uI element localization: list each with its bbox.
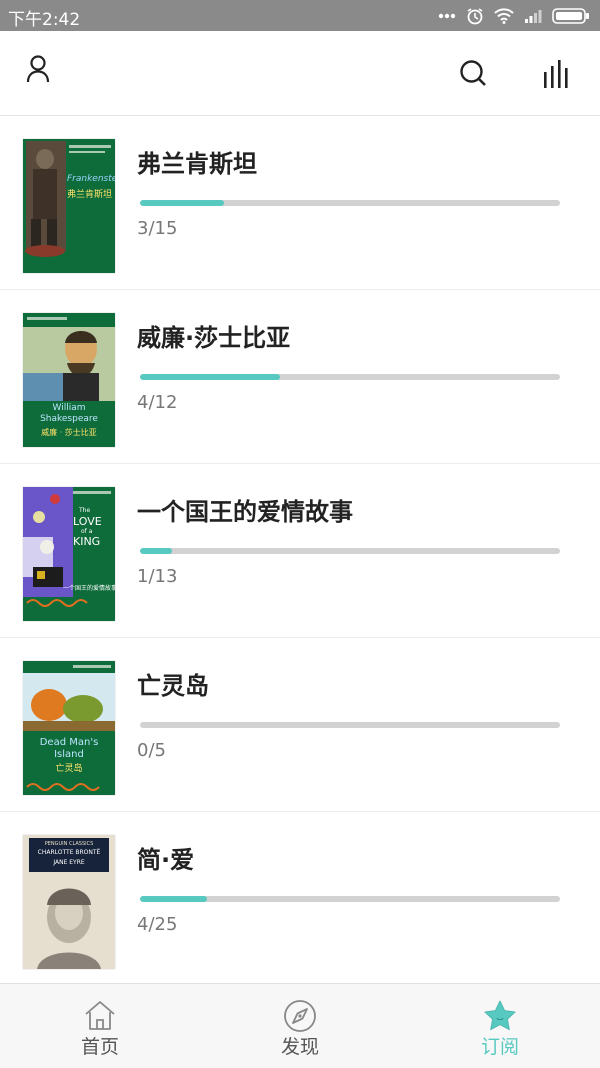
battery-icon — [552, 8, 589, 24]
star-icon — [484, 1000, 516, 1031]
cover-title-cn: 弗兰肯斯坦 — [67, 190, 113, 200]
cover-title-en: Dead Man's — [39, 737, 99, 748]
cover-author: CHARLOTTE BRONTË — [37, 849, 101, 856]
wifi-icon — [494, 8, 514, 24]
cover-title-cn: 一个国王的爱情故事 — [63, 585, 115, 592]
book-title: 简·爱 — [137, 846, 195, 874]
cover-title-en-3: of a — [81, 528, 93, 535]
tab-label: 首页 — [80, 1036, 119, 1058]
home-icon — [85, 1001, 115, 1030]
book-cover: PENGUIN CLASSICS CHARLOTTE BRONTË JANE E… — [23, 835, 115, 969]
progress-fill — [140, 374, 280, 380]
cover-series: PENGUIN CLASSICS — [44, 841, 94, 847]
cover-title-en-2: LOVE — [73, 515, 102, 528]
progress-fill — [140, 548, 173, 554]
stats-icon[interactable] — [542, 58, 572, 88]
cover-art — [23, 661, 115, 795]
status-icons — [438, 6, 590, 26]
tab-label: 订阅 — [480, 1036, 519, 1058]
book-title: 一个国王的爱情故事 — [137, 498, 353, 526]
top-bar — [0, 31, 600, 116]
cover-title-en-2: Shakespeare — [40, 414, 98, 424]
profile-icon[interactable] — [26, 55, 50, 83]
status-bar: 下午2:42 — [0, 0, 600, 31]
cover-title-en: Frankenstein — [67, 174, 115, 184]
book-title: 亡灵岛 — [137, 672, 209, 700]
cover-title-cn: 亡灵岛 — [55, 764, 83, 774]
book-cover: Dead Man's Island 亡灵岛 — [23, 661, 115, 795]
book-item[interactable]: The LOVE of a KING 一个国王的爱情故事 一个国王的爱情故事 1… — [0, 464, 600, 638]
progress-bar — [140, 374, 560, 380]
book-cover: Frankenstein 弗兰肯斯坦 — [23, 139, 115, 273]
compass-icon — [284, 1000, 316, 1032]
book-item[interactable]: Dead Man's Island 亡灵岛 亡灵岛 0/5 — [0, 638, 600, 812]
cover-art — [23, 487, 115, 621]
cover-title-en-2: Island — [54, 749, 84, 760]
book-title: 弗兰肯斯坦 — [137, 150, 257, 178]
progress-text: 3/15 — [137, 218, 178, 239]
book-cover: William Shakespeare 威廉 · 莎士比亚 — [23, 313, 115, 447]
tab-label: 发现 — [280, 1036, 319, 1058]
search-icon[interactable] — [459, 59, 487, 87]
tab-bar: 首页 发现 订阅 — [0, 983, 600, 1068]
progress-text: 4/25 — [137, 914, 178, 935]
status-time: 下午2:42 — [8, 10, 81, 30]
signal-icon — [525, 10, 542, 23]
cover-title-en: JANE EYRE — [53, 859, 85, 866]
book-item[interactable]: Frankenstein 弗兰肯斯坦 弗兰肯斯坦 3/15 — [0, 116, 600, 290]
cover-title-cn: 威廉 · 莎士比亚 — [41, 428, 97, 437]
progress-bar — [140, 548, 560, 554]
alarm-icon — [467, 8, 483, 25]
progress-text: 0/5 — [137, 740, 166, 761]
book-title: 威廉·莎士比亚 — [137, 324, 291, 352]
tab-home[interactable]: 首页 — [0, 984, 200, 1068]
progress-bar — [140, 200, 560, 206]
cover-title-en: The — [79, 507, 91, 514]
tab-discover[interactable]: 发现 — [200, 984, 400, 1068]
progress-bar — [140, 722, 560, 728]
progress-bar — [140, 896, 560, 902]
progress-text: 1/13 — [137, 566, 178, 587]
cover-title-en: William — [52, 403, 86, 413]
book-list: Frankenstein 弗兰肯斯坦 弗兰肯斯坦 3/15 William Sh… — [0, 116, 600, 985]
progress-text: 4/12 — [137, 392, 178, 413]
progress-fill — [140, 200, 224, 206]
progress-fill — [140, 896, 208, 902]
book-item[interactable]: PENGUIN CLASSICS CHARLOTTE BRONTË JANE E… — [0, 812, 600, 985]
tab-subscribe[interactable]: 订阅 — [400, 984, 600, 1068]
book-cover: The LOVE of a KING 一个国王的爱情故事 — [23, 487, 115, 621]
cover-art — [23, 139, 115, 273]
cover-title-en-4: KING — [73, 535, 101, 548]
more-dots-icon — [438, 13, 456, 19]
book-item[interactable]: William Shakespeare 威廉 · 莎士比亚 威廉·莎士比亚 4/… — [0, 290, 600, 464]
